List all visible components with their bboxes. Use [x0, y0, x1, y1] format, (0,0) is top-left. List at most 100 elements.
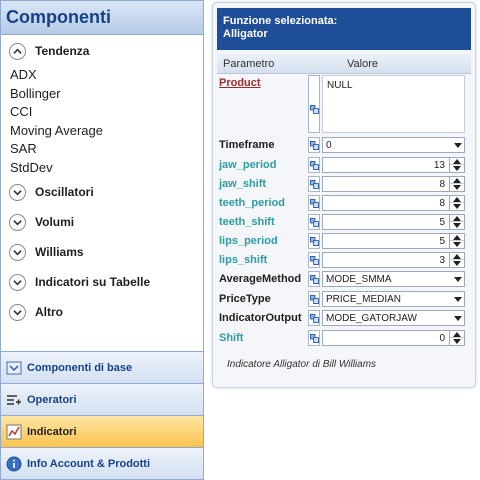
product-field[interactable]: NULL: [322, 75, 465, 133]
field-value: 8: [439, 198, 445, 209]
spin-up-button[interactable]: [450, 215, 464, 222]
link-picker-icon[interactable]: [308, 75, 320, 133]
indicator-item[interactable]: SAR: [10, 140, 203, 159]
link-picker-icon[interactable]: [308, 291, 320, 307]
spin-down-button[interactable]: [450, 260, 464, 267]
spin-down-button[interactable]: [450, 241, 464, 248]
numeric-stepper[interactable]: 13: [322, 157, 465, 173]
nav-label: Info Account & Prodotti: [27, 457, 151, 470]
field-value: MODE_GATORJAW: [326, 313, 417, 324]
nav-componenti-di-base[interactable]: Componenti di base: [1, 351, 203, 383]
group-tendenza[interactable]: Tendenza: [1, 36, 203, 66]
nav-label: Operatori: [27, 393, 77, 406]
spin-up-button[interactable]: [450, 158, 464, 165]
group-indicatori-su-tabelle[interactable]: Indicatori su Tabelle: [1, 267, 203, 297]
link-picker-icon[interactable]: [308, 214, 320, 230]
chevron-up-icon: [9, 42, 26, 60]
field-value: 0: [439, 333, 445, 344]
param-row-teeth-period: teeth_period 8: [217, 195, 471, 213]
link-picker-icon[interactable]: [308, 271, 320, 287]
group-label: Volumi: [35, 215, 75, 229]
param-name: jaw_period: [219, 159, 277, 171]
components-title: Componenti: [6, 7, 111, 27]
numeric-stepper[interactable]: 5: [322, 214, 465, 230]
spin-down-button[interactable]: [450, 203, 464, 210]
spin-buttons: [449, 215, 464, 229]
param-row-jaw-shift: jaw_shift 8: [217, 176, 471, 194]
nav-indicatori[interactable]: Indicatori: [1, 415, 203, 447]
param-row-shift: Shift 0: [217, 330, 471, 348]
group-altro[interactable]: Altro: [1, 297, 203, 327]
nav-label: Indicatori: [27, 425, 77, 438]
nav-label: Componenti di base: [27, 361, 133, 374]
indicator-item[interactable]: Bollinger: [10, 85, 203, 104]
dropdown-arrow-icon[interactable]: [454, 277, 462, 282]
link-picker-icon[interactable]: [308, 137, 320, 153]
chevron-down-icon: [9, 303, 26, 321]
group-williams[interactable]: Williams: [1, 237, 203, 267]
link-picker-icon[interactable]: [308, 252, 320, 268]
spin-up-button[interactable]: [450, 331, 464, 338]
numeric-stepper[interactable]: 3: [322, 252, 465, 268]
components-header: Componenti: [1, 1, 203, 35]
dropdown-select[interactable]: 0: [322, 137, 465, 153]
spin-down-button[interactable]: [450, 184, 464, 191]
field-value: MODE_SMMA: [326, 274, 392, 285]
spin-up-button[interactable]: [450, 196, 464, 203]
indicator-item[interactable]: StdDev: [10, 159, 203, 178]
spin-up-button[interactable]: [450, 253, 464, 260]
chevron-down-icon: [9, 273, 26, 291]
numeric-stepper[interactable]: 0: [322, 330, 465, 346]
chevron-down-icon: [9, 243, 26, 261]
selected-function-name: Alligator: [223, 28, 268, 40]
param-name[interactable]: Product: [219, 77, 261, 89]
numeric-stepper[interactable]: 5: [322, 233, 465, 249]
param-name: jaw_shift: [219, 178, 267, 190]
spin-down-button[interactable]: [450, 165, 464, 172]
link-picker-icon[interactable]: [308, 176, 320, 192]
spin-down-button[interactable]: [450, 338, 464, 345]
numeric-stepper[interactable]: 8: [322, 176, 465, 192]
group-label: Altro: [35, 305, 63, 319]
component-groups: Tendenza ADX Bollinger CCI Moving Average SAR…: [1, 36, 203, 350]
indicator-item[interactable]: Moving Average: [10, 122, 203, 141]
dropdown-arrow-icon[interactable]: [454, 143, 462, 148]
link-picker-icon[interactable]: [308, 330, 320, 346]
spin-buttons: [449, 196, 464, 210]
param-name: PriceType: [219, 293, 271, 305]
link-picker-icon[interactable]: [308, 157, 320, 173]
indicator-item[interactable]: ADX: [10, 66, 203, 85]
dropdown-arrow-icon[interactable]: [454, 297, 462, 302]
info-icon: [6, 456, 22, 472]
spin-up-button[interactable]: [450, 177, 464, 184]
param-name: lips_shift: [219, 254, 268, 266]
group-items: ADX Bollinger CCI Moving Average SAR StdDev: [1, 66, 203, 177]
group-label: Indicatori su Tabelle: [35, 275, 151, 289]
column-parameter: Parametro: [223, 58, 275, 70]
numeric-stepper[interactable]: 8: [322, 195, 465, 211]
param-row-timeframe: Timeframe 0: [217, 137, 471, 155]
link-picker-icon[interactable]: [308, 195, 320, 211]
nav-operatori[interactable]: Operatori: [1, 383, 203, 415]
nav-info-account-prodotti[interactable]: Info Account & Prodotti: [1, 447, 203, 479]
dropdown-select[interactable]: MODE_SMMA: [322, 271, 465, 287]
chart-icon: [6, 424, 22, 440]
indicator-item[interactable]: CCI: [10, 103, 203, 122]
group-oscillatori[interactable]: Oscillatori: [1, 177, 203, 207]
param-row-indicatoroutput: IndicatorOutput MODE_GATORJAW: [217, 310, 471, 328]
field-value: 0: [326, 140, 332, 151]
dropdown-select[interactable]: MODE_GATORJAW: [322, 310, 465, 326]
link-picker-icon[interactable]: [308, 233, 320, 249]
dropdown-arrow-icon[interactable]: [454, 316, 462, 321]
param-row-teeth-shift: teeth_shift 5: [217, 214, 471, 232]
spin-down-button[interactable]: [450, 222, 464, 229]
function-properties-panel: Funzione selezionata: Alligator Parametr…: [212, 2, 476, 388]
link-picker-icon[interactable]: [308, 310, 320, 326]
selected-function-header: Funzione selezionata: Alligator: [217, 8, 471, 50]
spin-up-button[interactable]: [450, 234, 464, 241]
group-volumi[interactable]: Volumi: [1, 207, 203, 237]
dropdown-select[interactable]: PRICE_MEDIAN: [322, 291, 465, 307]
param-name: IndicatorOutput: [219, 312, 302, 324]
selected-function-caption: Funzione selezionata:: [223, 15, 338, 27]
components-panel: Componenti Tendenza ADX Bollinger CCI Moving…: [0, 0, 204, 480]
